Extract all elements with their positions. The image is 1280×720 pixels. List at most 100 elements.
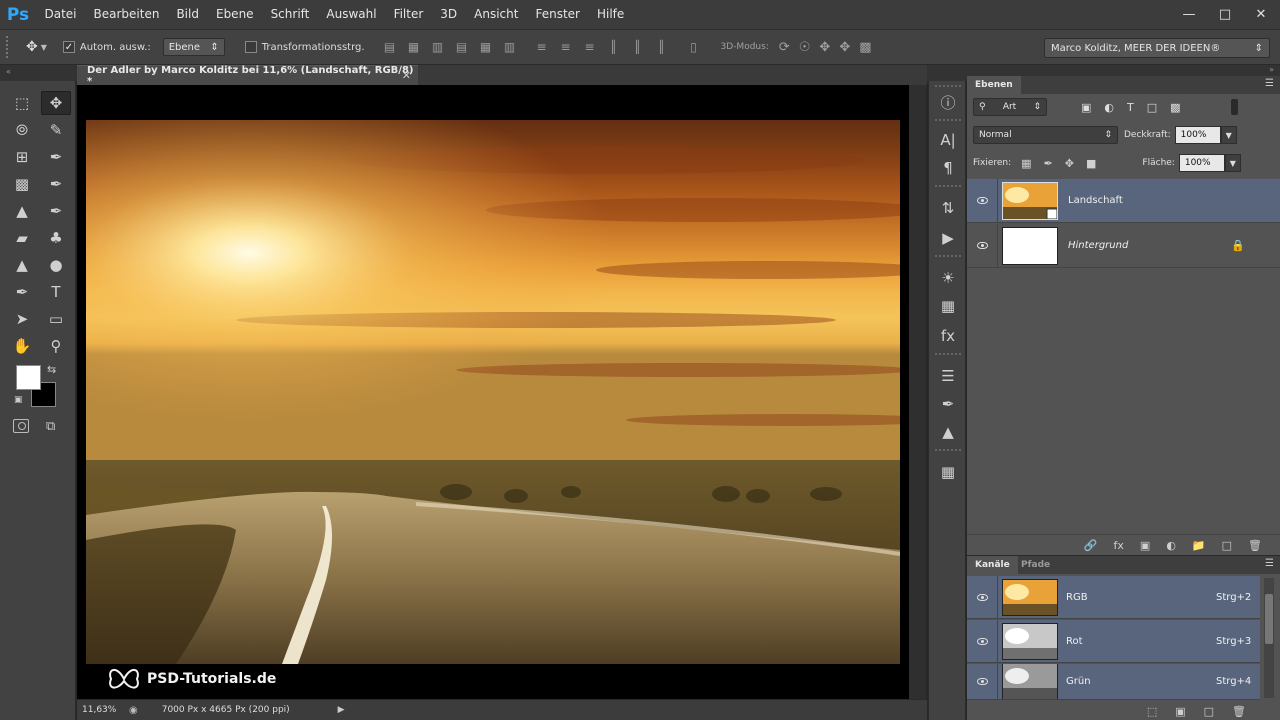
distribute-top-icon[interactable]: ≡ <box>535 40 549 54</box>
filter-kind-dropdown[interactable]: ⚲ Art ⇕ <box>973 98 1047 116</box>
auto-select-target-dropdown[interactable]: Ebene ⇕ <box>162 38 225 56</box>
channel-row-gruen[interactable]: Grün Strg+4 <box>967 664 1260 700</box>
filter-pixel-icon[interactable]: ▣ <box>1081 101 1091 114</box>
menu-fenster[interactable]: Fenster <box>527 0 589 29</box>
visibility-eye-icon[interactable] <box>967 678 997 685</box>
align-vcenter-icon[interactable]: ▦ <box>407 40 421 54</box>
character-icon[interactable]: A| <box>937 129 959 151</box>
marquee-tool[interactable]: ⬚ <box>7 91 37 115</box>
filter-toggle-switch[interactable] <box>1231 99 1238 115</box>
status-menu-arrow-icon[interactable]: ▶ <box>338 705 345 715</box>
visibility-eye-icon[interactable] <box>967 197 997 204</box>
slide-3d-icon[interactable]: ✥ <box>839 40 850 55</box>
color-palette-icon[interactable]: ☀ <box>937 267 959 289</box>
workspace-dropdown[interactable]: Marco Kolditz, MEER DER IDEEN® ⇕ <box>1044 38 1270 58</box>
pan-3d-icon[interactable]: ✥ <box>819 40 830 55</box>
history-icon[interactable]: ⇅ <box>937 197 959 219</box>
path-selection-tool[interactable]: ➤ <box>7 307 37 331</box>
distribute-vcenter-icon[interactable]: ≡ <box>559 40 573 54</box>
auto-select-checkbox[interactable]: ✓ <box>62 41 75 53</box>
panel-menu-icon[interactable]: ☰ <box>1265 558 1274 569</box>
3d-panel-icon[interactable]: ▦ <box>937 461 959 483</box>
load-selection-icon[interactable]: ⬚ <box>1147 705 1157 718</box>
close-icon[interactable]: ✕ <box>402 69 411 82</box>
layer-row-landschaft[interactable]: Landschaft <box>967 178 1280 223</box>
layer-style-fx-icon[interactable]: fx <box>1114 539 1124 552</box>
pen-tool[interactable]: ✒ <box>7 280 37 304</box>
lock-position-icon[interactable]: ✥ <box>1065 157 1074 170</box>
eyedropper-tool[interactable]: ✒ <box>41 145 71 169</box>
move-tool-preset-icon[interactable]: ✥ <box>26 39 38 55</box>
document-tab[interactable]: Der Adler by Marco Kolditz bei 11,6% (La… <box>77 65 418 87</box>
actions-play-icon[interactable]: ▶ <box>937 227 959 249</box>
rectangle-tool[interactable]: ▭ <box>41 307 71 331</box>
align-left-icon[interactable]: ▤ <box>455 40 469 54</box>
chevron-down-icon[interactable]: ▼ <box>1224 154 1241 172</box>
trash-icon[interactable]: 🗑 <box>1232 705 1246 718</box>
paragraph-icon[interactable]: ¶ <box>937 157 959 179</box>
clone-stamp-tool[interactable]: ▲ <box>7 199 37 223</box>
channels-scrollbar-thumb[interactable] <box>1265 594 1273 644</box>
collapse-left-icon[interactable]: « <box>6 67 11 76</box>
menu-auswahl[interactable]: Auswahl <box>318 0 385 29</box>
filter-type-icon[interactable]: T <box>1127 101 1134 114</box>
roll-3d-icon[interactable]: ☉ <box>799 40 811 55</box>
new-group-folder-icon[interactable]: 📁 <box>1192 539 1206 552</box>
menu-filter[interactable]: Filter <box>385 0 432 29</box>
collapse-right-icon[interactable]: » <box>1269 65 1274 74</box>
clone-source-icon[interactable]: ▲ <box>937 421 959 443</box>
layer-name[interactable]: Hintergrund <box>1068 240 1128 251</box>
history-brush-tool[interactable]: ✒ <box>41 199 71 223</box>
blur-tool[interactable]: ▲ <box>7 253 37 277</box>
crop-tool[interactable]: ⊞ <box>7 145 37 169</box>
distribute-bottom-icon[interactable]: ≡ <box>583 40 597 54</box>
menu-bearbeiten[interactable]: Bearbeiten <box>85 0 168 29</box>
hand-tool[interactable]: ✋ <box>7 334 37 358</box>
tab-pfade[interactable]: Pfade <box>1013 556 1058 574</box>
quick-mask-icon[interactable] <box>13 419 29 433</box>
lock-transparency-icon[interactable]: ▦ <box>1021 157 1031 170</box>
layer-name[interactable]: Landschaft <box>1068 195 1123 206</box>
tab-kanaele[interactable]: Kanäle <box>967 556 1018 574</box>
blend-mode-dropdown[interactable]: Normal ⇕ <box>973 126 1118 144</box>
menu-schrift[interactable]: Schrift <box>262 0 318 29</box>
foreground-color-swatch[interactable] <box>16 365 41 390</box>
tab-ebenen[interactable]: Ebenen <box>967 76 1021 94</box>
lock-pixels-icon[interactable]: ✒ <box>1044 157 1053 170</box>
lasso-tool[interactable]: ⦾ <box>7 118 37 142</box>
distribute-hcenter-icon[interactable]: ║ <box>631 40 645 54</box>
transform-controls-checkbox[interactable] <box>244 41 257 53</box>
channels-scrollbar[interactable] <box>1264 578 1274 698</box>
auto-align-icon[interactable]: ▯ <box>687 40 701 54</box>
visibility-eye-icon[interactable] <box>967 593 997 601</box>
brush-presets-icon[interactable]: ✒ <box>937 393 959 415</box>
panel-menu-icon[interactable]: ☰ <box>1265 78 1274 89</box>
move-tool[interactable]: ✥ <box>41 91 71 115</box>
default-colors-icon[interactable]: ▣ <box>14 395 23 405</box>
filter-adjustment-icon[interactable]: ◐ <box>1104 101 1114 114</box>
dodge-tool[interactable]: ● <box>41 253 71 277</box>
fill-field[interactable]: 100% <box>1178 154 1225 172</box>
chevron-down-icon[interactable]: ▼ <box>41 43 47 52</box>
document-vertical-scrollbar[interactable] <box>909 85 926 699</box>
zoom-level-field[interactable]: 11,63% <box>77 705 121 715</box>
lock-icon[interactable]: 🔒 <box>1231 239 1245 252</box>
distribute-left-icon[interactable]: ║ <box>607 40 621 54</box>
styles-fx-icon[interactable]: fx <box>937 325 959 347</box>
chevron-down-icon[interactable]: ▼ <box>1220 126 1237 144</box>
close-icon[interactable]: ✕ <box>1254 7 1268 22</box>
save-selection-icon[interactable]: ▣ <box>1175 705 1185 718</box>
type-tool[interactable]: T <box>41 280 71 304</box>
screen-mode-icon[interactable]: ⧉ <box>46 419 55 434</box>
align-right-icon[interactable]: ▥ <box>503 40 517 54</box>
visibility-eye-icon[interactable] <box>967 637 997 645</box>
info-icon[interactable]: ⓘ <box>937 91 959 113</box>
filter-smartobject-icon[interactable]: ▩ <box>1170 101 1180 114</box>
menu-ansicht[interactable]: Ansicht <box>466 0 527 29</box>
channel-row-rot[interactable]: Rot Strg+3 <box>967 619 1260 663</box>
scale-3d-icon[interactable]: ▩ <box>859 40 871 55</box>
menu-hilfe[interactable]: Hilfe <box>588 0 632 29</box>
rotate-3d-icon[interactable]: ⟳ <box>779 40 790 55</box>
visibility-eye-icon[interactable] <box>967 242 997 249</box>
filter-shape-icon[interactable]: □ <box>1147 101 1157 114</box>
